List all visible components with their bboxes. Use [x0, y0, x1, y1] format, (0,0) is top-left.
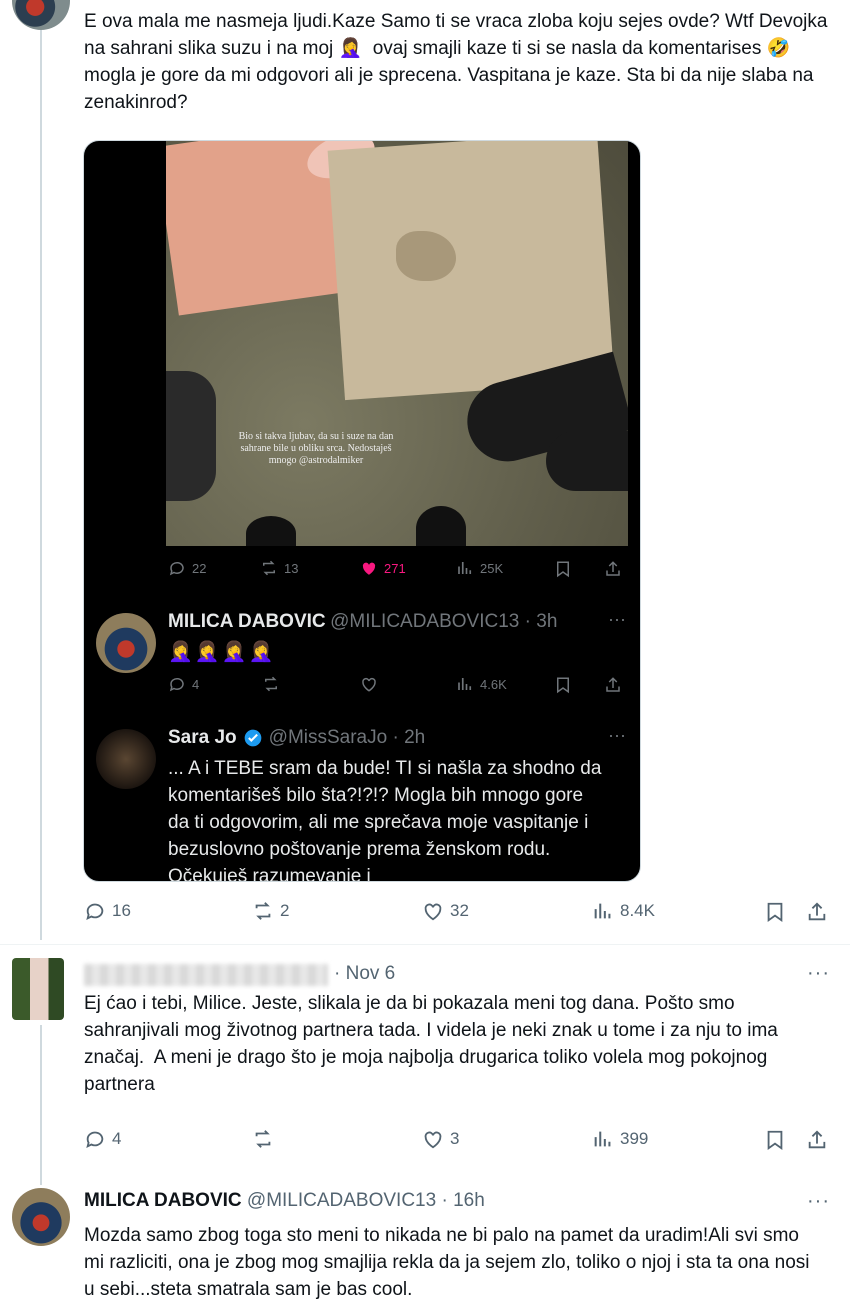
- repost-count[interactable]: 13: [260, 559, 298, 577]
- shoe: [246, 516, 296, 546]
- more-button[interactable]: ···: [807, 962, 830, 985]
- tweet-text: E ova mala me nasmeja ljudi.Kaze Samo ti…: [84, 11, 833, 113]
- shoe: [416, 506, 466, 546]
- napkin: [327, 141, 615, 401]
- reply-header: MILICA DABOVIC @MILICADABOVIC13 · 3h: [168, 611, 557, 633]
- embedded-screenshot[interactable]: Bio si takva ljubav, da su i suze na dan…: [83, 140, 641, 882]
- like-button[interactable]: 32: [422, 900, 469, 922]
- emoji-reply: 🤦‍♀️🤦‍♀️🤦‍♀️🤦‍♀️: [168, 641, 276, 663]
- views-icon: [458, 562, 472, 574]
- more-button[interactable]: ···: [608, 725, 626, 746]
- bookmark-icon[interactable]: [764, 900, 786, 924]
- share-icon[interactable]: [604, 675, 622, 695]
- tear-stain: [396, 231, 456, 281]
- views-icon: [594, 1131, 611, 1147]
- reply-icon: [86, 1131, 104, 1149]
- reply-icon: [86, 903, 104, 921]
- repost-icon: [255, 1130, 271, 1148]
- reply-count[interactable]: 22: [168, 559, 206, 577]
- view-count[interactable]: 25K: [456, 559, 503, 577]
- reply-button[interactable]: 4: [84, 1128, 121, 1150]
- like-button[interactable]: 3: [422, 1128, 459, 1150]
- share-icon[interactable]: [806, 900, 828, 924]
- reply-button[interactable]: 16: [84, 900, 131, 922]
- leg: [546, 431, 628, 491]
- author-handle[interactable]: @MILICADABOVIC13 · 16h: [247, 1190, 485, 1211]
- author-handle[interactable]: @MILICADABOVIC13 · 3h: [330, 611, 557, 632]
- photo: Bio si takva ljubav, da su i suze na dan…: [166, 141, 628, 546]
- reply-text: ... A i TEBE sram da bude! TI si našla z…: [168, 758, 602, 882]
- views-button[interactable]: 8.4K: [592, 900, 655, 922]
- views-button[interactable]: 399: [592, 1128, 648, 1150]
- heart-icon: [424, 1131, 442, 1149]
- heart-icon: [424, 903, 442, 921]
- view-count[interactable]: 4.6K: [456, 675, 507, 693]
- avatar[interactable]: [96, 729, 156, 789]
- thread-line: [40, 1025, 42, 1185]
- avatar[interactable]: [12, 958, 64, 1020]
- reply-count[interactable]: 4: [168, 675, 199, 693]
- divider: [0, 944, 850, 945]
- redacted-name: [84, 964, 328, 986]
- thread-line: [40, 30, 42, 940]
- tweet-text: Ej ćao i tebi, Milice. Jeste, slikala je…: [84, 993, 784, 1095]
- bookmark-icon[interactable]: [554, 559, 572, 579]
- repost-icon: [255, 902, 271, 920]
- more-button[interactable]: ···: [608, 609, 626, 630]
- repost-icon: [263, 560, 275, 576]
- author-name[interactable]: MILICA DABOVIC: [84, 1190, 242, 1211]
- side-object: [166, 371, 216, 501]
- reply-header: Sara Jo @MissSaraJo · 2h: [168, 727, 425, 749]
- views-icon: [594, 903, 611, 919]
- verified-badge-icon: [244, 729, 261, 747]
- author-name[interactable]: Sara Jo: [168, 727, 237, 749]
- avatar[interactable]: [96, 613, 156, 673]
- tweet-header: MILICA DABOVIC @MILICADABOVIC13 · 16h: [84, 1190, 485, 1212]
- heart-icon[interactable]: [360, 675, 378, 693]
- tweet-actions: 4 3 399: [84, 1128, 830, 1158]
- bookmark-icon[interactable]: [554, 675, 572, 695]
- repost-button[interactable]: [252, 1128, 274, 1150]
- reply-icon: [169, 561, 184, 576]
- share-icon[interactable]: [604, 559, 622, 579]
- author-name[interactable]: MILICA DABOVIC: [168, 611, 326, 632]
- more-button[interactable]: ···: [807, 1190, 830, 1213]
- avatar[interactable]: [12, 1188, 70, 1246]
- tweet-date[interactable]: · Nov 6: [334, 963, 395, 985]
- heart-filled-icon: [362, 562, 376, 575]
- author-handle[interactable]: @MissSaraJo · 2h: [269, 727, 426, 749]
- avatar[interactable]: [12, 0, 70, 30]
- bookmark-icon[interactable]: [764, 1128, 786, 1152]
- repost-icon[interactable]: [262, 675, 280, 693]
- share-icon[interactable]: [806, 1128, 828, 1152]
- views-icon: [458, 678, 472, 690]
- tweet-text: Mozda samo zbog toga sto meni to nikada …: [84, 1225, 815, 1300]
- reply-icon: [169, 677, 184, 692]
- story-overlay-text: Bio si takva ljubav, da su i suze na dan…: [238, 431, 394, 466]
- like-count[interactable]: 271: [360, 559, 406, 577]
- tweet-actions: 16 2 32 8.4K: [84, 900, 830, 930]
- repost-button[interactable]: 2: [252, 900, 289, 922]
